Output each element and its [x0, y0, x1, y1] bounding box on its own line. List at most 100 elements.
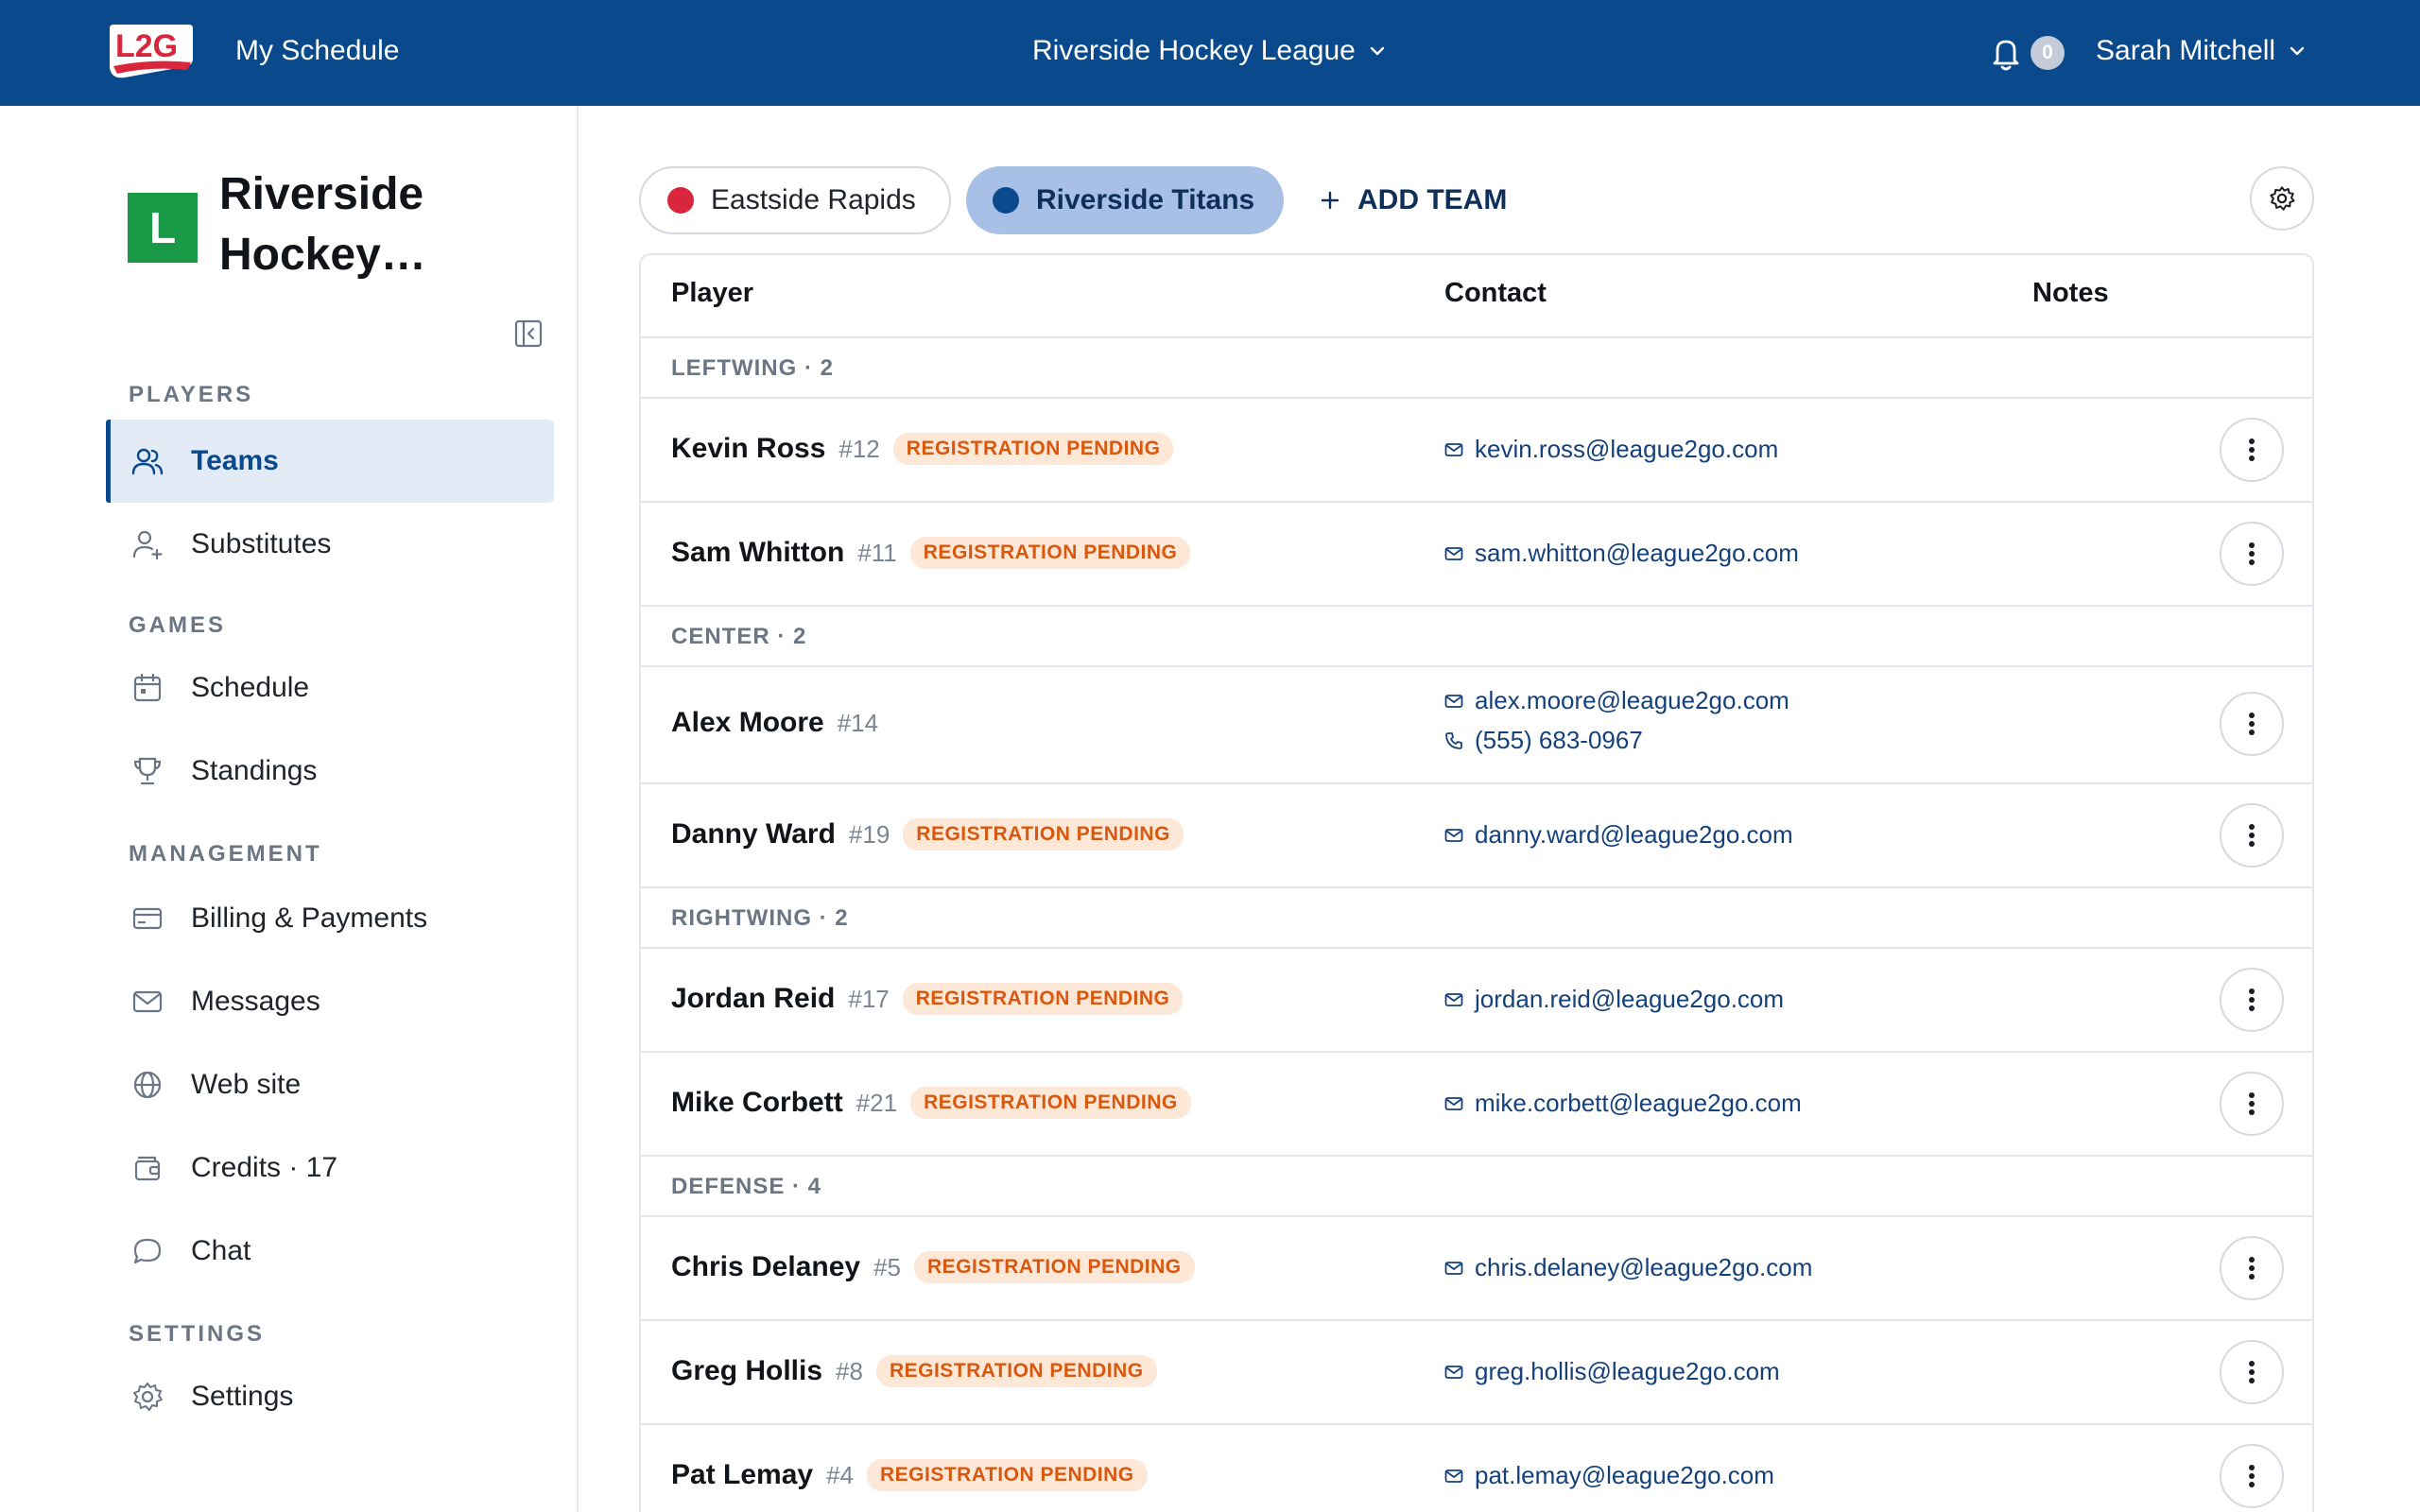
- email-link[interactable]: greg.hollis@league2go.com: [1444, 1357, 1780, 1386]
- phone-icon: [1445, 731, 1462, 749]
- row-actions-button[interactable]: [2220, 692, 2284, 756]
- email-text: alex.moore@league2go.com: [1475, 686, 1789, 714]
- column-header-contact[interactable]: Contact: [1444, 278, 1547, 309]
- sidebar-item-label: Billing & Payments: [191, 902, 428, 934]
- sidebar-item-label: Web site: [191, 1069, 302, 1100]
- row-actions-button[interactable]: [2220, 968, 2284, 1032]
- add-team-label: ADD TEAM: [1357, 184, 1508, 215]
- chat-bubble-icon: [129, 1232, 166, 1270]
- globe-icon: [129, 1066, 166, 1104]
- sidebar-item-label: Schedule: [191, 672, 310, 703]
- section-label-games: GAMES: [129, 612, 227, 638]
- table-row[interactable]: Mike Corbett #21 REGISTRATION PENDING mi…: [641, 1053, 2312, 1157]
- mail-icon: [129, 983, 166, 1021]
- email-link[interactable]: pat.lemay@league2go.com: [1444, 1461, 1774, 1490]
- player-name[interactable]: Jordan Reid: [671, 983, 835, 1015]
- more-vertical-icon: [2249, 988, 2255, 1011]
- league-switcher[interactable]: Riverside Hockey League: [1032, 32, 1386, 70]
- sidebar-item-credits[interactable]: Credits · 17: [106, 1126, 554, 1210]
- table-row[interactable]: Alex Moore #14 alex.moore@league2go.com …: [641, 667, 2312, 784]
- team-settings-button[interactable]: [2250, 166, 2314, 231]
- position-group-header: CENTER · 2: [641, 607, 2312, 667]
- section-label-management: MANAGEMENT: [129, 841, 322, 867]
- notification-count-badge: 0: [2031, 36, 2065, 70]
- sidebar-item-billing[interactable]: Billing & Payments: [106, 877, 554, 960]
- chevron-down-icon: [2290, 46, 2305, 56]
- status-badge: REGISTRATION PENDING: [903, 818, 1184, 850]
- sidebar-item-label: Messages: [191, 986, 320, 1017]
- sidebar-item-substitutes[interactable]: Substitutes: [106, 503, 554, 586]
- table-row[interactable]: Chris Delaney #5 REGISTRATION PENDING ch…: [641, 1217, 2312, 1321]
- sidebar-item-label: Substitutes: [191, 528, 332, 559]
- player-name[interactable]: Alex Moore: [671, 707, 824, 739]
- player-name[interactable]: Mike Corbett: [671, 1087, 843, 1119]
- email-link[interactable]: danny.ward@league2go.com: [1444, 820, 1793, 850]
- row-actions-button[interactable]: [2220, 1340, 2284, 1404]
- email-link[interactable]: chris.delaney@league2go.com: [1444, 1253, 1812, 1282]
- player-name[interactable]: Greg Hollis: [671, 1355, 822, 1387]
- collapse-sidebar-icon[interactable]: [514, 319, 543, 348]
- sidebar-item-website[interactable]: Web site: [106, 1043, 554, 1126]
- sidebar-item-label: Standings: [191, 755, 318, 786]
- jersey-number: #8: [836, 1356, 863, 1385]
- sidebar-item-settings[interactable]: Settings: [106, 1355, 554, 1438]
- sidebar: L Riverside Hockey… PLAYERS Teams Substi…: [0, 106, 579, 1512]
- row-actions-button[interactable]: [2220, 1072, 2284, 1136]
- sidebar-item-label: Settings: [191, 1381, 294, 1412]
- column-header-notes[interactable]: Notes: [2032, 278, 2109, 309]
- email-link[interactable]: sam.whitton@league2go.com: [1444, 539, 1799, 568]
- bell-icon[interactable]: [1989, 34, 2023, 72]
- sidebar-item-chat[interactable]: Chat: [106, 1210, 554, 1293]
- row-actions-button[interactable]: [2220, 1444, 2284, 1508]
- sidebar-item-teams[interactable]: Teams: [106, 420, 554, 503]
- table-row[interactable]: Kevin Ross #12 REGISTRATION PENDING kevi…: [641, 399, 2312, 503]
- status-badge: REGISTRATION PENDING: [909, 537, 1191, 569]
- mail-icon: [1444, 1261, 1463, 1275]
- email-link[interactable]: jordan.reid@league2go.com: [1444, 985, 1784, 1014]
- row-actions-button[interactable]: [2220, 1236, 2284, 1300]
- table-row[interactable]: Sam Whitton #11 REGISTRATION PENDING sam…: [641, 503, 2312, 607]
- sidebar-item-standings[interactable]: Standings: [106, 730, 554, 813]
- mail-icon: [1444, 1365, 1463, 1379]
- league2go-logo[interactable]: L2G: [106, 21, 197, 81]
- section-label-settings: SETTINGS: [129, 1321, 266, 1347]
- player-cell: Danny Ward #19 REGISTRATION PENDING: [671, 818, 1184, 850]
- player-name[interactable]: Pat Lemay: [671, 1459, 813, 1491]
- team-tab-eastside-rapids[interactable]: Eastside Rapids: [639, 166, 951, 234]
- sidebar-item-messages[interactable]: Messages: [106, 960, 554, 1043]
- column-header-player[interactable]: Player: [671, 278, 753, 309]
- user-menu[interactable]: Sarah Mitchell: [2096, 32, 2306, 70]
- team-color-dot: [993, 187, 1019, 214]
- table-row[interactable]: Danny Ward #19 REGISTRATION PENDING dann…: [641, 784, 2312, 888]
- table-row[interactable]: Greg Hollis #8 REGISTRATION PENDING greg…: [641, 1321, 2312, 1425]
- more-vertical-icon: [2249, 438, 2255, 461]
- sidebar-item-label: Credits · 17: [191, 1152, 338, 1183]
- row-actions-button[interactable]: [2220, 803, 2284, 868]
- more-vertical-icon: [2249, 1092, 2255, 1115]
- email-link[interactable]: mike.corbett@league2go.com: [1444, 1089, 1802, 1118]
- chevron-down-icon: [1370, 46, 1385, 56]
- email-link[interactable]: alex.moore@league2go.com: [1444, 686, 1789, 715]
- user-plus-icon: [129, 525, 166, 563]
- mail-icon: [1444, 1096, 1463, 1110]
- jersey-number: #5: [873, 1252, 902, 1281]
- gear-icon: [2270, 186, 2295, 211]
- table-row[interactable]: Pat Lemay #4 REGISTRATION PENDING pat.le…: [641, 1425, 2312, 1512]
- sidebar-item-schedule[interactable]: Schedule: [106, 646, 554, 730]
- player-name[interactable]: Chris Delaney: [671, 1251, 860, 1283]
- position-group-header: RIGHTWING · 2: [641, 888, 2312, 949]
- phone-link[interactable]: (555) 683-0967: [1444, 726, 1643, 755]
- email-link[interactable]: kevin.ross@league2go.com: [1444, 435, 1778, 464]
- player-name[interactable]: Danny Ward: [671, 818, 836, 850]
- table-row[interactable]: Jordan Reid #17 REGISTRATION PENDING jor…: [641, 949, 2312, 1053]
- player-name[interactable]: Kevin Ross: [671, 433, 825, 465]
- player-name[interactable]: Sam Whitton: [671, 537, 844, 569]
- email-text: danny.ward@league2go.com: [1475, 820, 1793, 849]
- mail-icon: [1444, 1469, 1463, 1483]
- row-actions-button[interactable]: [2220, 418, 2284, 482]
- player-cell: Pat Lemay #4 REGISTRATION PENDING: [671, 1459, 1148, 1491]
- row-actions-button[interactable]: [2220, 522, 2284, 586]
- add-team-button[interactable]: ADD TEAM: [1320, 181, 1507, 219]
- team-tab-riverside-titans[interactable]: Riverside Titans: [966, 166, 1284, 234]
- my-schedule-link[interactable]: My Schedule: [235, 32, 399, 70]
